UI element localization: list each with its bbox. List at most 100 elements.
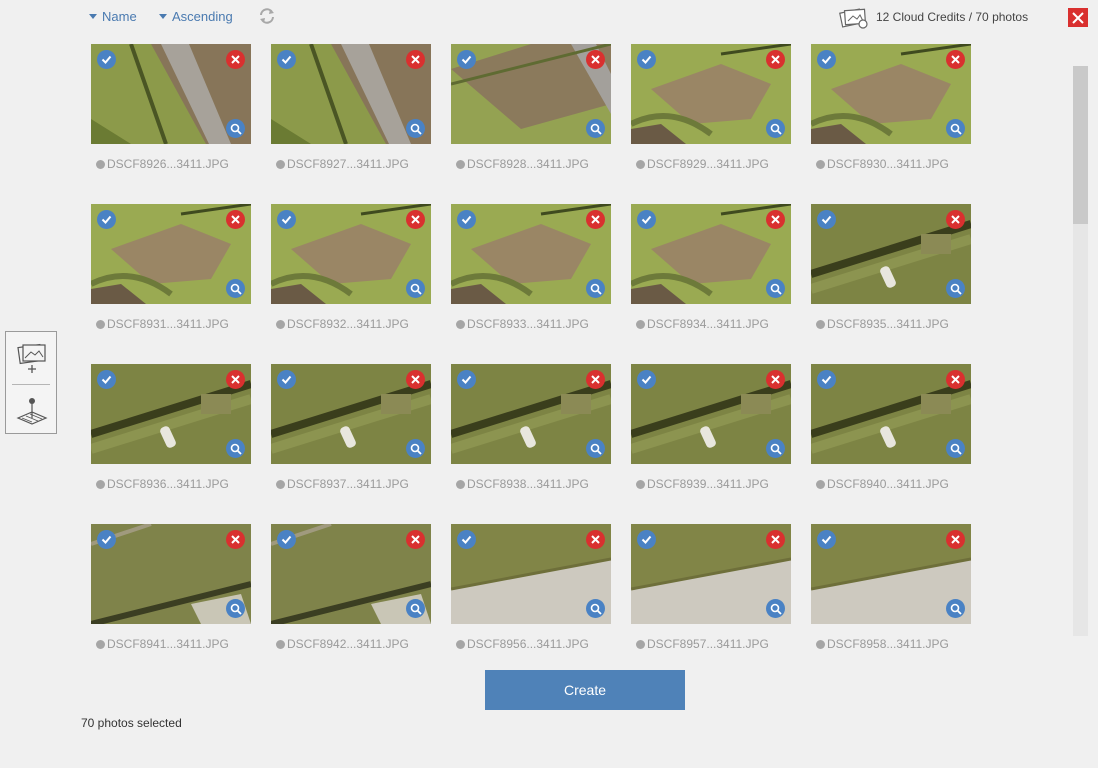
photo-thumbnail[interactable] [451, 364, 611, 464]
zoom-photo-button[interactable] [226, 439, 245, 458]
photo-thumbnail[interactable] [91, 204, 251, 304]
magnifier-icon [950, 603, 962, 615]
select-toggle[interactable] [97, 530, 116, 549]
sort-order-dropdown[interactable]: Ascending [159, 9, 233, 24]
select-toggle[interactable] [637, 370, 656, 389]
zoom-photo-button[interactable] [406, 439, 425, 458]
photo-thumbnail[interactable] [811, 364, 971, 464]
check-icon [821, 375, 832, 384]
zoom-photo-button[interactable] [406, 279, 425, 298]
remove-photo-button[interactable] [226, 50, 245, 69]
select-toggle[interactable] [97, 210, 116, 229]
photo-thumbnail[interactable] [631, 44, 791, 144]
ground-control-button[interactable] [16, 394, 48, 430]
check-icon [101, 215, 112, 224]
zoom-photo-button[interactable] [226, 279, 245, 298]
create-button[interactable]: Create [485, 670, 685, 710]
select-toggle[interactable] [277, 50, 296, 69]
photo-thumbnail[interactable] [271, 524, 431, 624]
zoom-photo-button[interactable] [946, 599, 965, 618]
zoom-photo-button[interactable] [586, 439, 605, 458]
status-dot [816, 159, 825, 169]
photo-thumbnail[interactable] [811, 44, 971, 144]
remove-photo-button[interactable] [586, 370, 605, 389]
photo-thumbnail[interactable] [451, 524, 611, 624]
photo-thumbnail[interactable] [631, 204, 791, 304]
remove-photo-button[interactable] [226, 210, 245, 229]
photo-filename-text: DSCF8939...3411.JPG [647, 477, 769, 491]
photo-thumbnail[interactable] [811, 204, 971, 304]
remove-photo-button[interactable] [226, 530, 245, 549]
photo-filename: DSCF8940...3411.JPG [816, 477, 949, 491]
remove-photo-button[interactable] [586, 50, 605, 69]
select-toggle[interactable] [637, 50, 656, 69]
select-toggle[interactable] [817, 530, 836, 549]
zoom-photo-button[interactable] [586, 599, 605, 618]
photo-thumbnail[interactable] [451, 44, 611, 144]
select-toggle[interactable] [637, 530, 656, 549]
zoom-photo-button[interactable] [586, 279, 605, 298]
check-icon [101, 55, 112, 64]
zoom-photo-button[interactable] [406, 119, 425, 138]
zoom-photo-button[interactable] [766, 119, 785, 138]
select-toggle[interactable] [817, 50, 836, 69]
photo-thumbnail[interactable] [451, 204, 611, 304]
remove-photo-button[interactable] [766, 50, 785, 69]
photo-item: DSCF8941...3411.JPG [91, 524, 251, 664]
zoom-photo-button[interactable] [766, 599, 785, 618]
remove-photo-button[interactable] [406, 530, 425, 549]
zoom-photo-button[interactable] [946, 439, 965, 458]
remove-photo-button[interactable] [946, 210, 965, 229]
remove-photo-button[interactable] [406, 210, 425, 229]
photo-thumbnail[interactable] [271, 364, 431, 464]
scrollbar-thumb[interactable] [1073, 66, 1088, 224]
photo-thumbnail[interactable] [91, 44, 251, 144]
select-toggle[interactable] [457, 370, 476, 389]
zoom-photo-button[interactable] [586, 119, 605, 138]
photo-thumbnail[interactable] [271, 204, 431, 304]
remove-photo-button[interactable] [946, 530, 965, 549]
select-toggle[interactable] [277, 530, 296, 549]
select-toggle[interactable] [97, 370, 116, 389]
select-toggle[interactable] [97, 50, 116, 69]
select-toggle[interactable] [457, 50, 476, 69]
remove-photo-button[interactable] [586, 530, 605, 549]
sort-field-dropdown[interactable]: Name [89, 9, 137, 24]
zoom-photo-button[interactable] [766, 279, 785, 298]
add-photos-button[interactable] [16, 340, 48, 376]
photo-thumbnail[interactable] [271, 44, 431, 144]
zoom-photo-button[interactable] [946, 279, 965, 298]
zoom-photo-button[interactable] [766, 439, 785, 458]
remove-photo-button[interactable] [766, 530, 785, 549]
remove-photo-button[interactable] [766, 370, 785, 389]
select-toggle[interactable] [817, 370, 836, 389]
magnifier-icon [770, 283, 782, 295]
select-toggle[interactable] [457, 210, 476, 229]
remove-photo-button[interactable] [586, 210, 605, 229]
remove-photo-button[interactable] [406, 50, 425, 69]
select-toggle[interactable] [637, 210, 656, 229]
status-dot [636, 319, 645, 329]
photo-thumbnail[interactable] [631, 364, 791, 464]
photo-thumbnail[interactable] [91, 364, 251, 464]
remove-photo-button[interactable] [946, 50, 965, 69]
refresh-icon [260, 8, 274, 24]
zoom-photo-button[interactable] [946, 119, 965, 138]
photo-thumbnail[interactable] [91, 524, 251, 624]
refresh-button[interactable] [258, 7, 276, 25]
close-button[interactable] [1068, 8, 1088, 27]
select-toggle[interactable] [817, 210, 836, 229]
caret-down-icon [159, 14, 167, 19]
zoom-photo-button[interactable] [226, 599, 245, 618]
remove-photo-button[interactable] [946, 370, 965, 389]
select-toggle[interactable] [457, 530, 476, 549]
select-toggle[interactable] [277, 370, 296, 389]
photo-thumbnail[interactable] [631, 524, 791, 624]
zoom-photo-button[interactable] [226, 119, 245, 138]
remove-photo-button[interactable] [766, 210, 785, 229]
remove-photo-button[interactable] [226, 370, 245, 389]
photo-thumbnail[interactable] [811, 524, 971, 624]
zoom-photo-button[interactable] [406, 599, 425, 618]
select-toggle[interactable] [277, 210, 296, 229]
remove-photo-button[interactable] [406, 370, 425, 389]
